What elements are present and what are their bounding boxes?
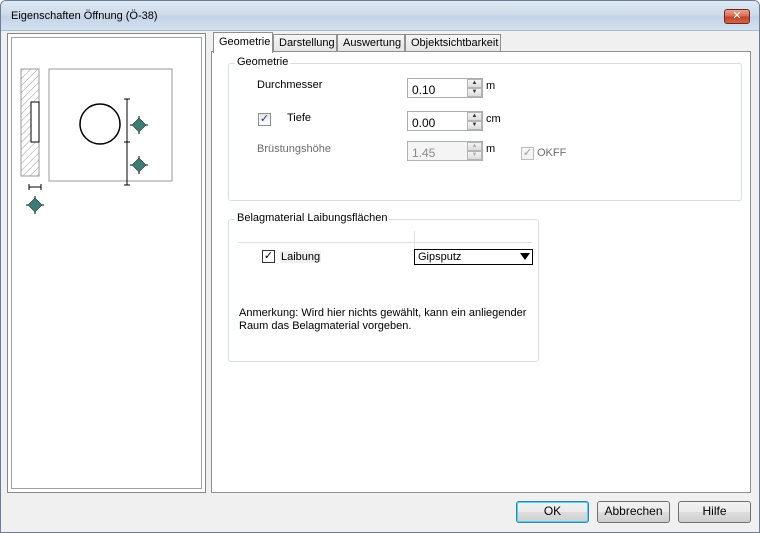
bruestungshoehe-input[interactable]: 1.45 ▲ ▼ <box>407 141 483 161</box>
window-title: Eigenschaften Öffnung (Ö-38) <box>11 10 158 22</box>
belag-note-line2: Raum das Belagmaterial vorgeben. <box>239 320 412 332</box>
belag-note: Anmerkung: Wird hier nichts gewählt, kan… <box>239 307 539 333</box>
tiefe-spinner[interactable]: ▲ ▼ <box>467 112 482 130</box>
okff-checkbox[interactable]: ✓ <box>521 147 534 160</box>
title-bar: Eigenschaften Öffnung (Ö-38) ✕ <box>1 1 759 31</box>
durchmesser-spinner[interactable]: ▲ ▼ <box>467 79 482 97</box>
laibung-checkbox[interactable]: ✓ <box>262 250 275 263</box>
cancel-button[interactable]: Abbrechen <box>597 501 670 523</box>
dropdown-arrow-icon[interactable] <box>520 253 530 260</box>
spin-down-icon[interactable]: ▼ <box>467 121 482 130</box>
tiefe-checkbox[interactable]: ✓ <box>258 113 271 126</box>
durchmesser-input[interactable]: 0.10 ▲ ▼ <box>407 78 483 98</box>
tiefe-unit: cm <box>486 113 501 125</box>
okff-label: OKFF <box>537 147 567 159</box>
tiefe-value[interactable]: 0.00 <box>412 116 435 130</box>
marker-icon-bottom <box>26 196 44 214</box>
spin-up-icon[interactable]: ▲ <box>467 142 482 151</box>
tab-geometrie[interactable]: Geometrie <box>213 32 273 53</box>
durchmesser-value[interactable]: 0.10 <box>412 83 435 97</box>
help-button[interactable]: Hilfe <box>678 501 751 523</box>
spin-down-icon[interactable]: ▼ <box>467 88 482 97</box>
close-button[interactable]: ✕ <box>724 9 750 24</box>
laibung-label: Laibung <box>280 251 322 263</box>
bruestungshoehe-value[interactable]: 1.45 <box>412 146 435 160</box>
tab-darstellung[interactable]: Darstellung <box>273 34 337 52</box>
close-icon: ✕ <box>732 10 742 22</box>
material-select-value: Gipsputz <box>418 251 462 263</box>
opening-preview-drawing <box>20 68 173 214</box>
tab-objektsichtbarkeit[interactable]: Objektsichtbarkeit <box>405 34 501 52</box>
tab-auswertung[interactable]: Auswertung <box>337 34 405 52</box>
bruestungshoehe-unit: m <box>486 143 496 155</box>
round-opening <box>79 103 121 145</box>
tiefe-input[interactable]: 0.00 ▲ ▼ <box>407 111 483 131</box>
spin-up-icon[interactable]: ▲ <box>467 112 482 121</box>
ok-button[interactable]: OK <box>516 501 589 523</box>
tiefe-label: Tiefe <box>287 112 312 124</box>
spin-down-icon[interactable]: ▼ <box>467 151 482 160</box>
geometrie-group-legend: Geometrie <box>235 56 291 68</box>
preview-panel <box>7 33 206 493</box>
bruestungshoehe-label: Brüstungshöhe <box>257 143 331 155</box>
preview-canvas <box>11 37 202 489</box>
bruestungshoehe-spinner[interactable]: ▲ ▼ <box>467 142 482 160</box>
durchmesser-unit: m <box>486 80 496 92</box>
dialog-window: Eigenschaften Öffnung (Ö-38) ✕ Geometrie… <box>0 0 760 533</box>
belag-note-line1: Anmerkung: Wird hier nichts gewählt, kan… <box>239 307 527 319</box>
material-select[interactable]: Gipsputz <box>414 249 533 265</box>
belag-grid-header <box>238 231 532 243</box>
spin-up-icon[interactable]: ▲ <box>467 79 482 88</box>
durchmesser-label: Durchmesser <box>257 79 323 91</box>
wall-opening <box>30 101 40 143</box>
belag-group-legend: Belagmaterial Laibungsflächen <box>235 212 390 224</box>
